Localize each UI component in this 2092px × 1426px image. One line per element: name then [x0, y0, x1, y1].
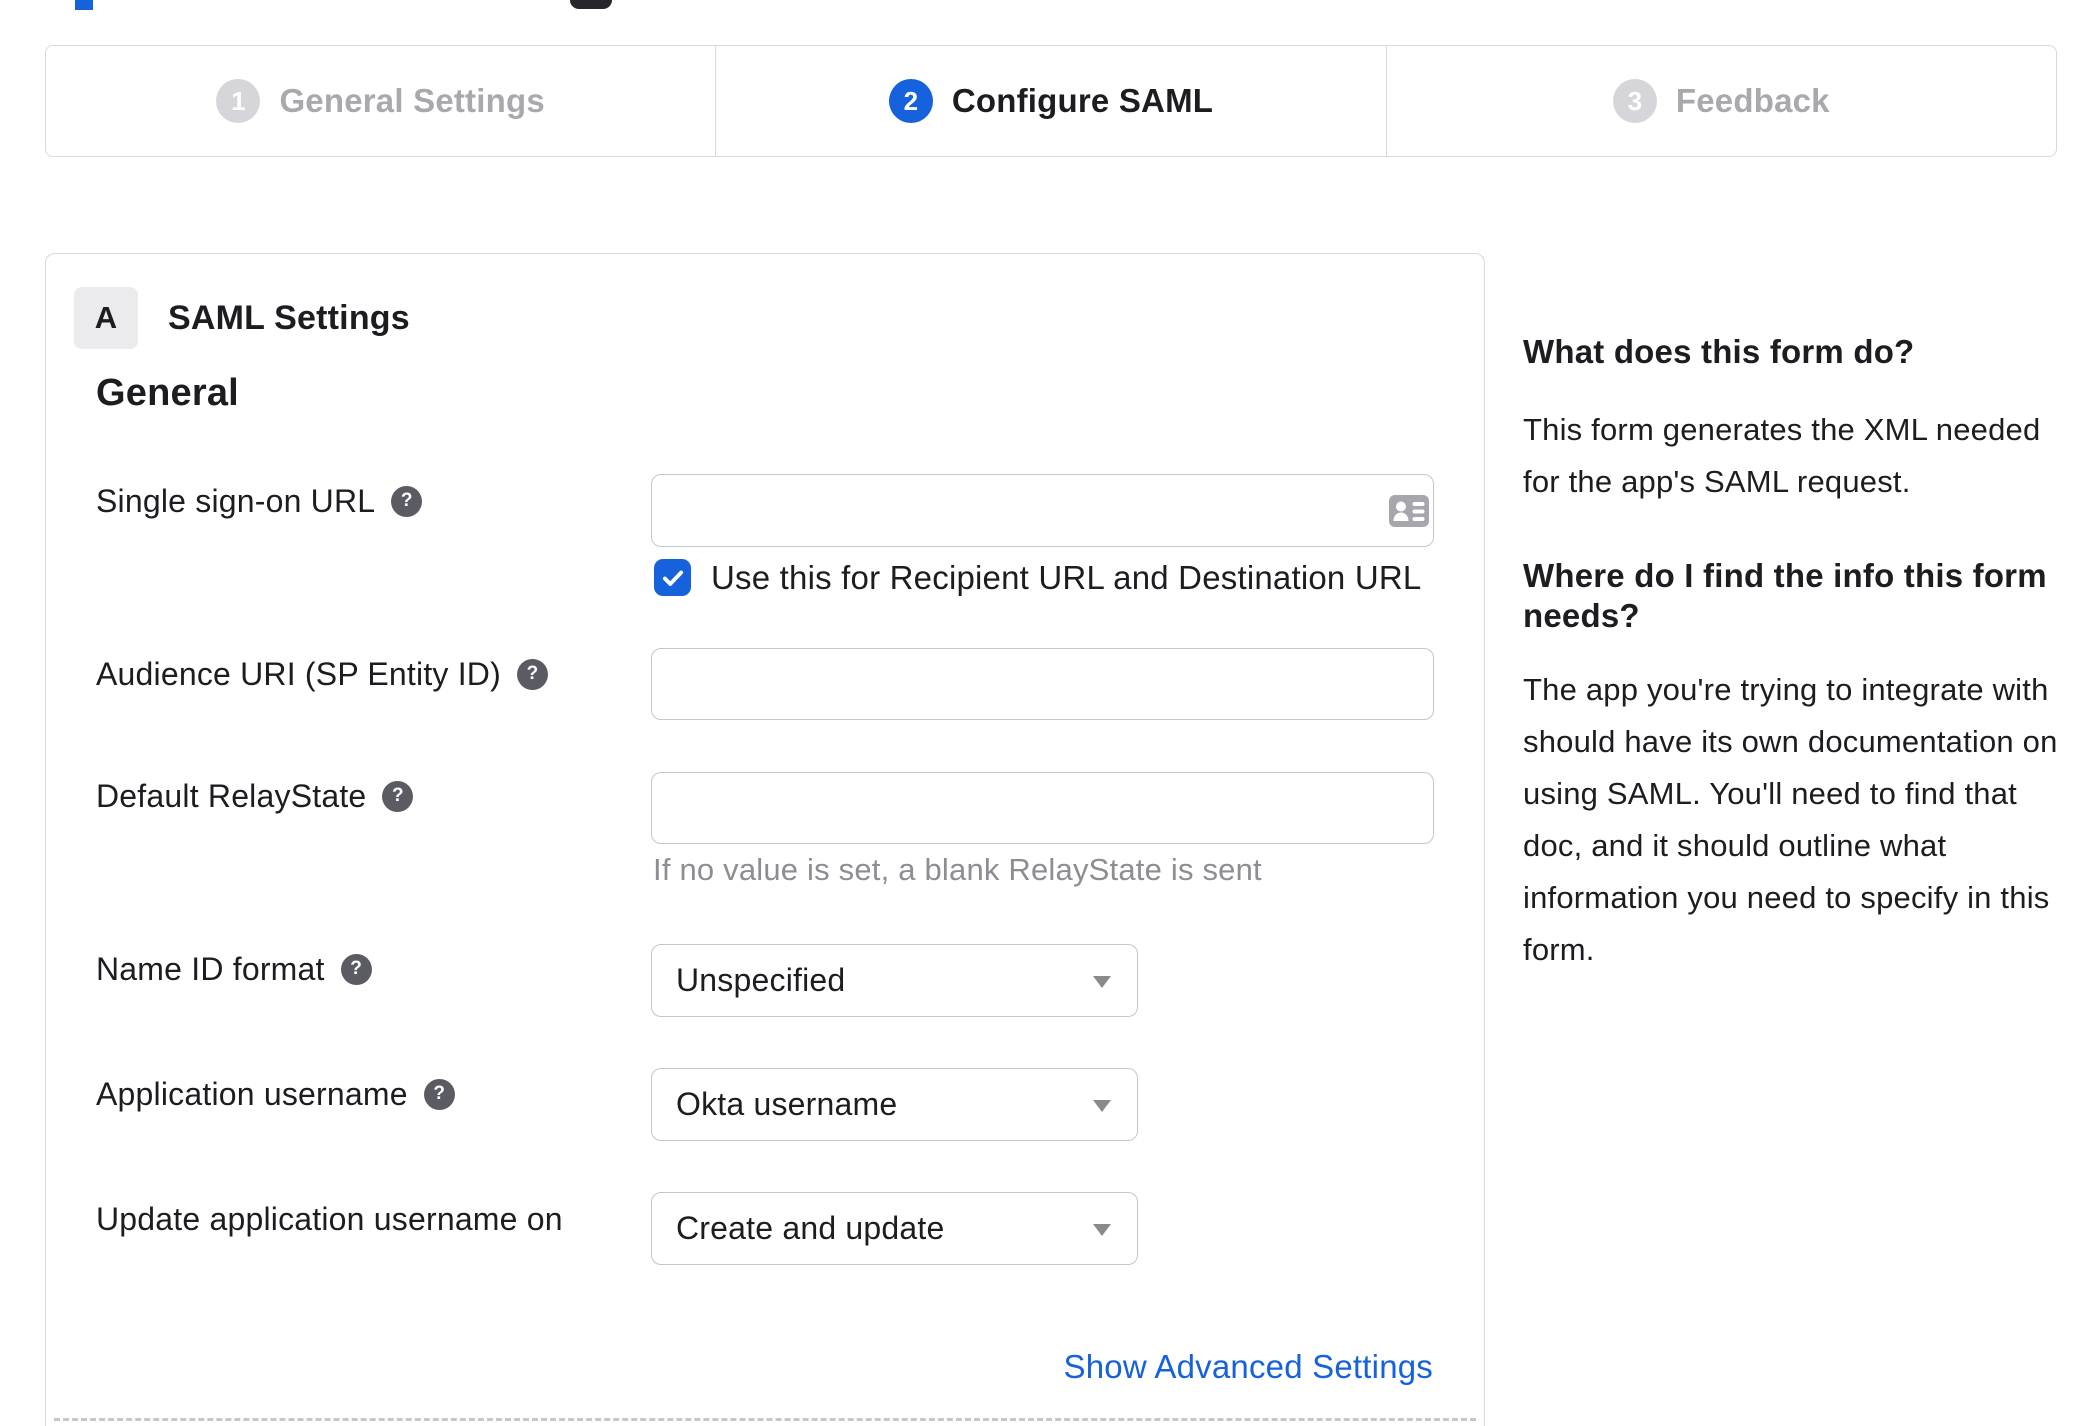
sidebar-q1-line: for the app's SAML request.	[1523, 464, 1911, 499]
default-relaystate-label: Default RelayState ?	[96, 776, 414, 816]
single-sign-on-url-label-text: Single sign-on URL	[96, 483, 376, 519]
single-sign-on-url-input[interactable]	[651, 474, 1434, 547]
help-icon[interactable]: ?	[516, 658, 548, 690]
audience-uri-input[interactable]	[651, 648, 1434, 720]
update-application-username-label: Update application username on	[96, 1199, 563, 1239]
name-id-format-select[interactable]: Unspecified	[651, 944, 1138, 1017]
sidebar-q2-heading: Where do I find the info this form needs…	[1523, 556, 2075, 636]
application-username-value: Okta username	[676, 1086, 898, 1122]
configure-saml-page: 1 General Settings 2 Configure SAML 3 Fe…	[0, 0, 2092, 1426]
use-for-recipient-destination-label: Use this for Recipient URL and Destinati…	[711, 558, 1422, 596]
step-general-settings[interactable]: 1 General Settings	[46, 46, 715, 156]
checkmark-icon	[662, 570, 683, 586]
application-username-label: Application username ?	[96, 1074, 455, 1114]
step-3-number-badge: 3	[1612, 79, 1657, 123]
step-2-number-badge: 2	[888, 79, 933, 123]
section-a-badge: A	[74, 287, 138, 349]
name-id-format-label-text: Name ID format	[96, 951, 325, 987]
sidebar-q1-body: This form generates the XML needed for t…	[1523, 404, 2075, 508]
update-application-username-value: Create and update	[676, 1210, 945, 1246]
default-relaystate-label-text: Default RelayState	[96, 778, 367, 814]
cutoff-dark-icon-fragment	[570, 0, 612, 9]
audience-uri-label-text: Audience URI (SP Entity ID)	[96, 656, 501, 692]
use-for-recipient-destination-checkbox[interactable]	[654, 559, 691, 596]
sidebar-q2-body: The app you're trying to integrate with …	[1523, 664, 2075, 976]
step-configure-saml[interactable]: 2 Configure SAML	[715, 46, 1385, 156]
relaystate-hint: If no value is set, a blank RelayState i…	[653, 852, 1262, 887]
cutoff-blue-fragment	[75, 0, 93, 10]
sidebar-q2-heading-line: needs?	[1523, 597, 1640, 634]
general-section-heading: General	[96, 372, 239, 414]
step-feedback[interactable]: 3 Feedback	[1385, 46, 2056, 156]
step-1-label: General Settings	[279, 82, 545, 119]
name-id-format-value: Unspecified	[676, 962, 846, 998]
step-3-label: Feedback	[1675, 82, 1830, 119]
sidebar-q1-line: This form generates the XML needed	[1523, 412, 2041, 447]
step-1-number-badge: 1	[216, 79, 261, 123]
sidebar-q2-line: using SAML. You'll need to find that	[1523, 776, 2017, 811]
application-username-select[interactable]: Okta username	[651, 1068, 1138, 1141]
saml-settings-panel: A SAML Settings General Single sign-on U…	[45, 253, 1485, 1426]
panel-title: SAML Settings	[168, 298, 410, 337]
show-advanced-settings-link[interactable]: Show Advanced Settings	[1064, 1348, 1433, 1386]
update-application-username-label-text: Update application username on	[96, 1201, 563, 1237]
sidebar-q1-heading: What does this form do?	[1523, 333, 1915, 370]
sidebar-q2-line: doc, and it should outline what	[1523, 828, 1947, 863]
audience-uri-label: Audience URI (SP Entity ID) ?	[96, 654, 548, 694]
sidebar-q2-heading-line: Where do I find the info this form	[1523, 557, 2047, 594]
section-dashed-divider	[54, 1418, 1476, 1421]
wizard-stepper: 1 General Settings 2 Configure SAML 3 Fe…	[45, 45, 2057, 157]
application-username-label-text: Application username	[96, 1076, 408, 1112]
sidebar-q2-line: information you need to specify in this	[1523, 880, 2050, 915]
help-sidebar: What does this form do? This form genera…	[1523, 332, 2075, 976]
name-id-format-label: Name ID format ?	[96, 949, 372, 989]
help-icon[interactable]: ?	[340, 953, 372, 985]
help-icon[interactable]: ?	[423, 1078, 455, 1110]
sidebar-q2-line: The app you're trying to integrate with	[1523, 672, 2049, 707]
sidebar-q2-line: should have its own documentation on	[1523, 724, 2058, 759]
update-application-username-select[interactable]: Create and update	[651, 1192, 1138, 1265]
sidebar-q2-line: form.	[1523, 932, 1595, 967]
default-relaystate-input[interactable]	[651, 772, 1434, 844]
step-2-label: Configure SAML	[951, 82, 1214, 119]
help-icon[interactable]: ?	[391, 485, 423, 517]
single-sign-on-url-label: Single sign-on URL ?	[96, 481, 423, 521]
help-icon[interactable]: ?	[382, 780, 414, 812]
